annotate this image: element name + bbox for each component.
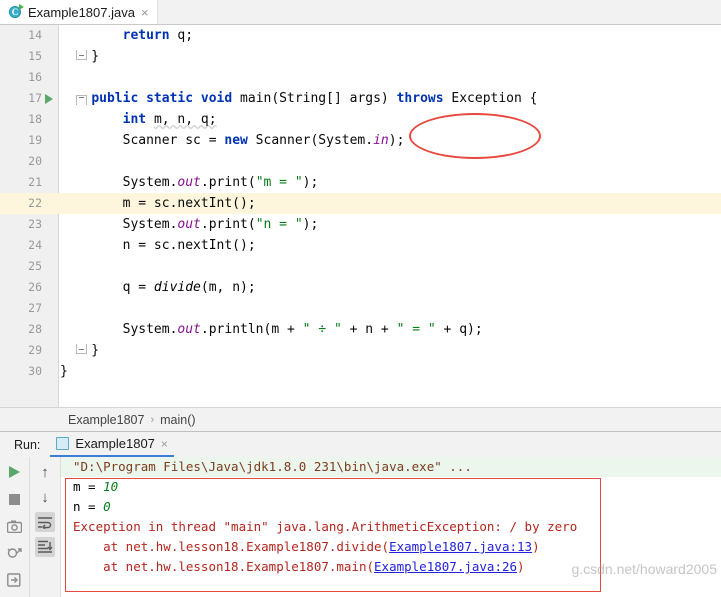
- code-editor[interactable]: 14 return q; 15 } 16 17 public static void …: [0, 25, 721, 407]
- soft-wrap-button[interactable]: [35, 512, 55, 532]
- run-tab-example1807[interactable]: Example1807 ×: [50, 436, 174, 457]
- run-window-header: Run: Example1807 ×: [0, 432, 721, 457]
- close-icon[interactable]: ×: [140, 6, 149, 19]
- console-output[interactable]: "D:\Program Files\Java\jdk1.8.0 231\bin\…: [61, 457, 721, 597]
- export-button[interactable]: [5, 570, 25, 590]
- file-tab-example1807[interactable]: C Example1807.java ×: [0, 0, 158, 24]
- stacktrace-link[interactable]: Example1807.java:26: [374, 559, 517, 574]
- stop-button[interactable]: [5, 489, 25, 509]
- line-number: 21: [28, 175, 42, 189]
- console-io-line: m = 10: [73, 479, 119, 494]
- code-line-26[interactable]: 26 q = divide(m, n);: [0, 277, 721, 298]
- line-number: 25: [28, 259, 42, 273]
- console-exception-line: Exception in thread "main" java.lang.Ari…: [73, 519, 578, 534]
- code-text: System.out.print("m = ");: [60, 175, 319, 190]
- code-line-25[interactable]: 25: [0, 256, 721, 277]
- rerun-failed-button[interactable]: [5, 543, 25, 563]
- code-text: return q;: [122, 28, 194, 43]
- breadcrumb-method[interactable]: main(): [160, 413, 195, 427]
- code-text: System.out.println(m + " ÷ " + n + " = "…: [60, 322, 483, 337]
- code-lines[interactable]: 14 return q; 15 } 16 17 public static void …: [0, 25, 721, 407]
- line-number: 15: [28, 49, 42, 63]
- code-line-18[interactable]: 18 int m, n, q;: [0, 109, 721, 130]
- code-line-20[interactable]: 20: [0, 151, 721, 172]
- run-window-label: Run:: [14, 438, 41, 452]
- scroll-to-end-button[interactable]: [35, 537, 55, 557]
- console-stacktrace-line[interactable]: at net.hw.lesson18.Example1807.main(Exam…: [61, 557, 721, 577]
- line-number: 28: [28, 322, 42, 336]
- code-line-29[interactable]: 29 }: [0, 340, 721, 361]
- run-window-body: ↑ ↓ "D:\Program Files\Java\jdk1.8.0 231\b…: [0, 457, 721, 597]
- line-number: 24: [28, 238, 42, 252]
- chevron-right-icon: ›: [150, 413, 155, 426]
- console-actions-toolbar[interactable]: ↑ ↓: [30, 457, 61, 597]
- code-text: }: [60, 343, 100, 358]
- file-tab-label: Example1807.java: [28, 4, 135, 20]
- code-line-21[interactable]: 21 System.out.print("m = ");: [0, 172, 721, 193]
- code-text: Scanner sc = new Scanner(System.in);: [60, 133, 405, 148]
- code-line-30[interactable]: 30}: [0, 361, 721, 382]
- line-number: 17: [28, 91, 42, 105]
- code-text: q = divide(m, n);: [60, 280, 256, 295]
- code-line-22[interactable]: 22 m = sc.nextInt();: [0, 193, 721, 214]
- console-icon: [56, 437, 70, 450]
- line-number: 22: [28, 196, 42, 210]
- line-number: 18: [28, 112, 42, 126]
- line-number: 16: [28, 70, 42, 84]
- stacktrace-link[interactable]: Example1807.java:13: [389, 539, 532, 554]
- run-gutter-icon[interactable]: [45, 94, 53, 104]
- line-number: 26: [28, 280, 42, 294]
- console-stacktrace-line[interactable]: at net.hw.lesson18.Example1807.divide(Ex…: [61, 537, 721, 557]
- code-line-16[interactable]: 16: [0, 67, 721, 88]
- run-tab-label: Example1807: [75, 436, 155, 451]
- code-line-24[interactable]: 24 n = sc.nextInt();: [0, 235, 721, 256]
- code-text: public static void main(String[] args) t…: [91, 91, 538, 106]
- console-io-line: n = 0: [73, 499, 111, 514]
- line-number: 14: [28, 28, 42, 42]
- console-command-line: "D:\Program Files\Java\jdk1.8.0 231\bin\…: [61, 457, 721, 477]
- code-line-15[interactable]: 15 }: [0, 46, 721, 67]
- run-tool-window: Run: Example1807 × ↑ ↓ "D:\Program Files\…: [0, 431, 721, 597]
- code-line-27[interactable]: 27: [0, 298, 721, 319]
- java-class-icon: C: [9, 4, 24, 19]
- code-text: int m, n, q;: [122, 112, 217, 127]
- line-number: 29: [28, 343, 42, 357]
- code-line-14[interactable]: 14 return q;: [0, 25, 721, 46]
- line-number: 27: [28, 301, 42, 315]
- close-icon[interactable]: ×: [161, 437, 168, 451]
- code-text: }: [60, 364, 68, 379]
- scroll-up-button[interactable]: ↑: [35, 462, 55, 482]
- line-number: 19: [28, 133, 42, 147]
- breadcrumb-class[interactable]: Example1807: [68, 413, 144, 427]
- code-line-28[interactable]: 28 System.out.println(m + " ÷ " + n + " …: [0, 319, 721, 340]
- screenshot-button[interactable]: [5, 516, 25, 536]
- code-line-17[interactable]: 17 public static void main(String[] args…: [0, 88, 721, 109]
- code-text: n = sc.nextInt();: [60, 238, 256, 253]
- code-text: }: [60, 49, 100, 64]
- line-number: 20: [28, 154, 42, 168]
- code-line-23[interactable]: 23 System.out.print("n = ");: [0, 214, 721, 235]
- code-text: m = sc.nextInt();: [60, 196, 256, 211]
- line-number: 23: [28, 217, 42, 231]
- code-line-19[interactable]: 19 Scanner sc = new Scanner(System.in);: [0, 130, 721, 151]
- scroll-down-button[interactable]: ↓: [35, 487, 55, 507]
- line-number: 30: [28, 364, 42, 378]
- code-text: System.out.print("n = ");: [60, 217, 319, 232]
- rerun-button[interactable]: [5, 462, 25, 482]
- breadcrumb[interactable]: Example1807 › main(): [0, 407, 721, 431]
- run-actions-toolbar[interactable]: [0, 457, 30, 597]
- editor-tab-bar: C Example1807.java ×: [0, 0, 721, 25]
